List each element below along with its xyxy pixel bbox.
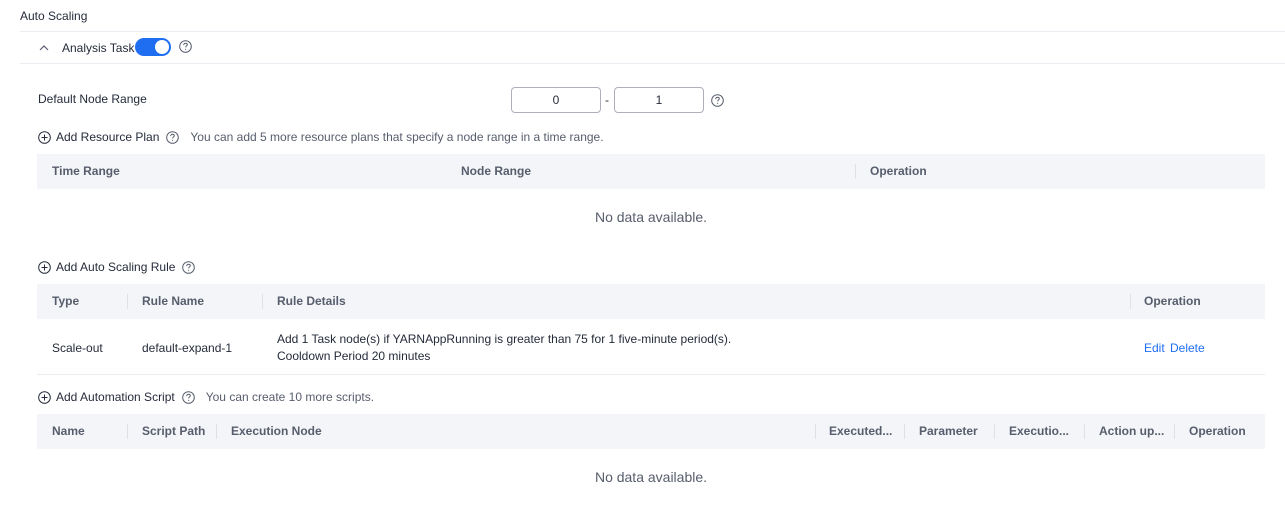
chevron-up-icon[interactable] <box>38 42 50 54</box>
column-header-type: Type <box>52 294 80 308</box>
column-header-action-upon: Action up... <box>1099 424 1165 438</box>
column-header-execution: Executio... <box>1009 424 1070 438</box>
resource-plan-hint: You can add 5 more resource plans that s… <box>190 130 604 144</box>
plus-circle-icon[interactable] <box>38 260 51 274</box>
column-header-script-path: Script Path <box>142 424 206 438</box>
question-circle-icon[interactable] <box>711 94 724 107</box>
column-separator <box>1130 294 1131 309</box>
add-resource-plan-button[interactable]: Add Resource Plan <box>56 130 159 144</box>
rule-name: default-expand-1 <box>142 341 233 355</box>
automation-script-hint: You can create 10 more scripts. <box>205 390 375 404</box>
divider <box>20 31 1285 32</box>
column-header-execution-node: Execution Node <box>231 424 322 438</box>
question-circle-icon[interactable] <box>181 390 195 404</box>
column-separator <box>815 424 816 439</box>
column-separator <box>262 294 263 309</box>
column-separator <box>904 424 905 439</box>
range-separator: - <box>605 93 609 107</box>
resource-plan-table-header: Time Range Node Range Operation <box>37 154 1265 189</box>
toggle-knob <box>155 40 169 54</box>
column-header-operation: Operation <box>1144 294 1201 308</box>
column-header-rule-details: Rule Details <box>277 294 346 308</box>
column-separator <box>216 424 217 439</box>
plus-circle-icon[interactable] <box>38 130 51 144</box>
delete-rule-link[interactable]: Delete <box>1170 341 1205 355</box>
add-automation-script-row: Add Automation Script You can create 10 … <box>38 390 374 404</box>
automation-script-empty-state: No data available. <box>594 469 708 485</box>
add-auto-scaling-rule-button[interactable]: Add Auto Scaling Rule <box>56 260 175 274</box>
column-separator <box>855 164 856 179</box>
node-range-max-input[interactable] <box>614 87 704 113</box>
default-node-range-label: Default Node Range <box>38 92 147 106</box>
column-header-parameter: Parameter <box>919 424 978 438</box>
column-header-executed: Executed... <box>829 424 893 438</box>
analysis-task-toggle[interactable] <box>135 38 171 56</box>
analysis-task-label: Analysis Task <box>62 41 135 55</box>
node-range-min-input[interactable] <box>511 87 601 113</box>
edit-rule-link[interactable]: Edit <box>1144 341 1165 355</box>
column-separator <box>994 424 995 439</box>
rule-details-line2: Cooldown Period 20 minutes <box>277 349 431 363</box>
rule-details-line1: Add 1 Task node(s) if YARNAppRunning is … <box>277 332 732 346</box>
column-header-name: Name <box>52 424 85 438</box>
question-circle-icon[interactable] <box>166 130 180 144</box>
column-header-node-range: Node Range <box>461 164 532 178</box>
column-header-time-range: Time Range <box>52 164 120 178</box>
column-separator <box>1174 424 1175 439</box>
automation-script-table-header: Name Script Path Execution Node Executed… <box>37 414 1265 449</box>
scaling-rule-table-header: Type Rule Name Rule Details Operation <box>37 284 1265 319</box>
rule-type: Scale-out <box>52 341 103 355</box>
resource-plan-empty-state: No data available. <box>594 209 708 225</box>
question-circle-icon[interactable] <box>179 40 192 53</box>
add-auto-scaling-rule-row: Add Auto Scaling Rule <box>38 260 196 274</box>
column-separator <box>1084 424 1085 439</box>
column-header-rule-name: Rule Name <box>142 294 205 308</box>
plus-circle-icon[interactable] <box>38 390 51 404</box>
add-resource-plan-row: Add Resource Plan You can add 5 more res… <box>38 130 604 144</box>
section-title: Auto Scaling <box>20 9 88 23</box>
row-divider <box>37 374 1265 375</box>
column-separator <box>127 294 128 309</box>
add-automation-script-button[interactable]: Add Automation Script <box>56 390 175 404</box>
column-header-operation: Operation <box>870 164 927 178</box>
column-separator <box>127 424 128 439</box>
question-circle-icon[interactable] <box>182 260 196 274</box>
column-header-operation: Operation <box>1189 424 1246 438</box>
divider <box>20 63 1285 64</box>
